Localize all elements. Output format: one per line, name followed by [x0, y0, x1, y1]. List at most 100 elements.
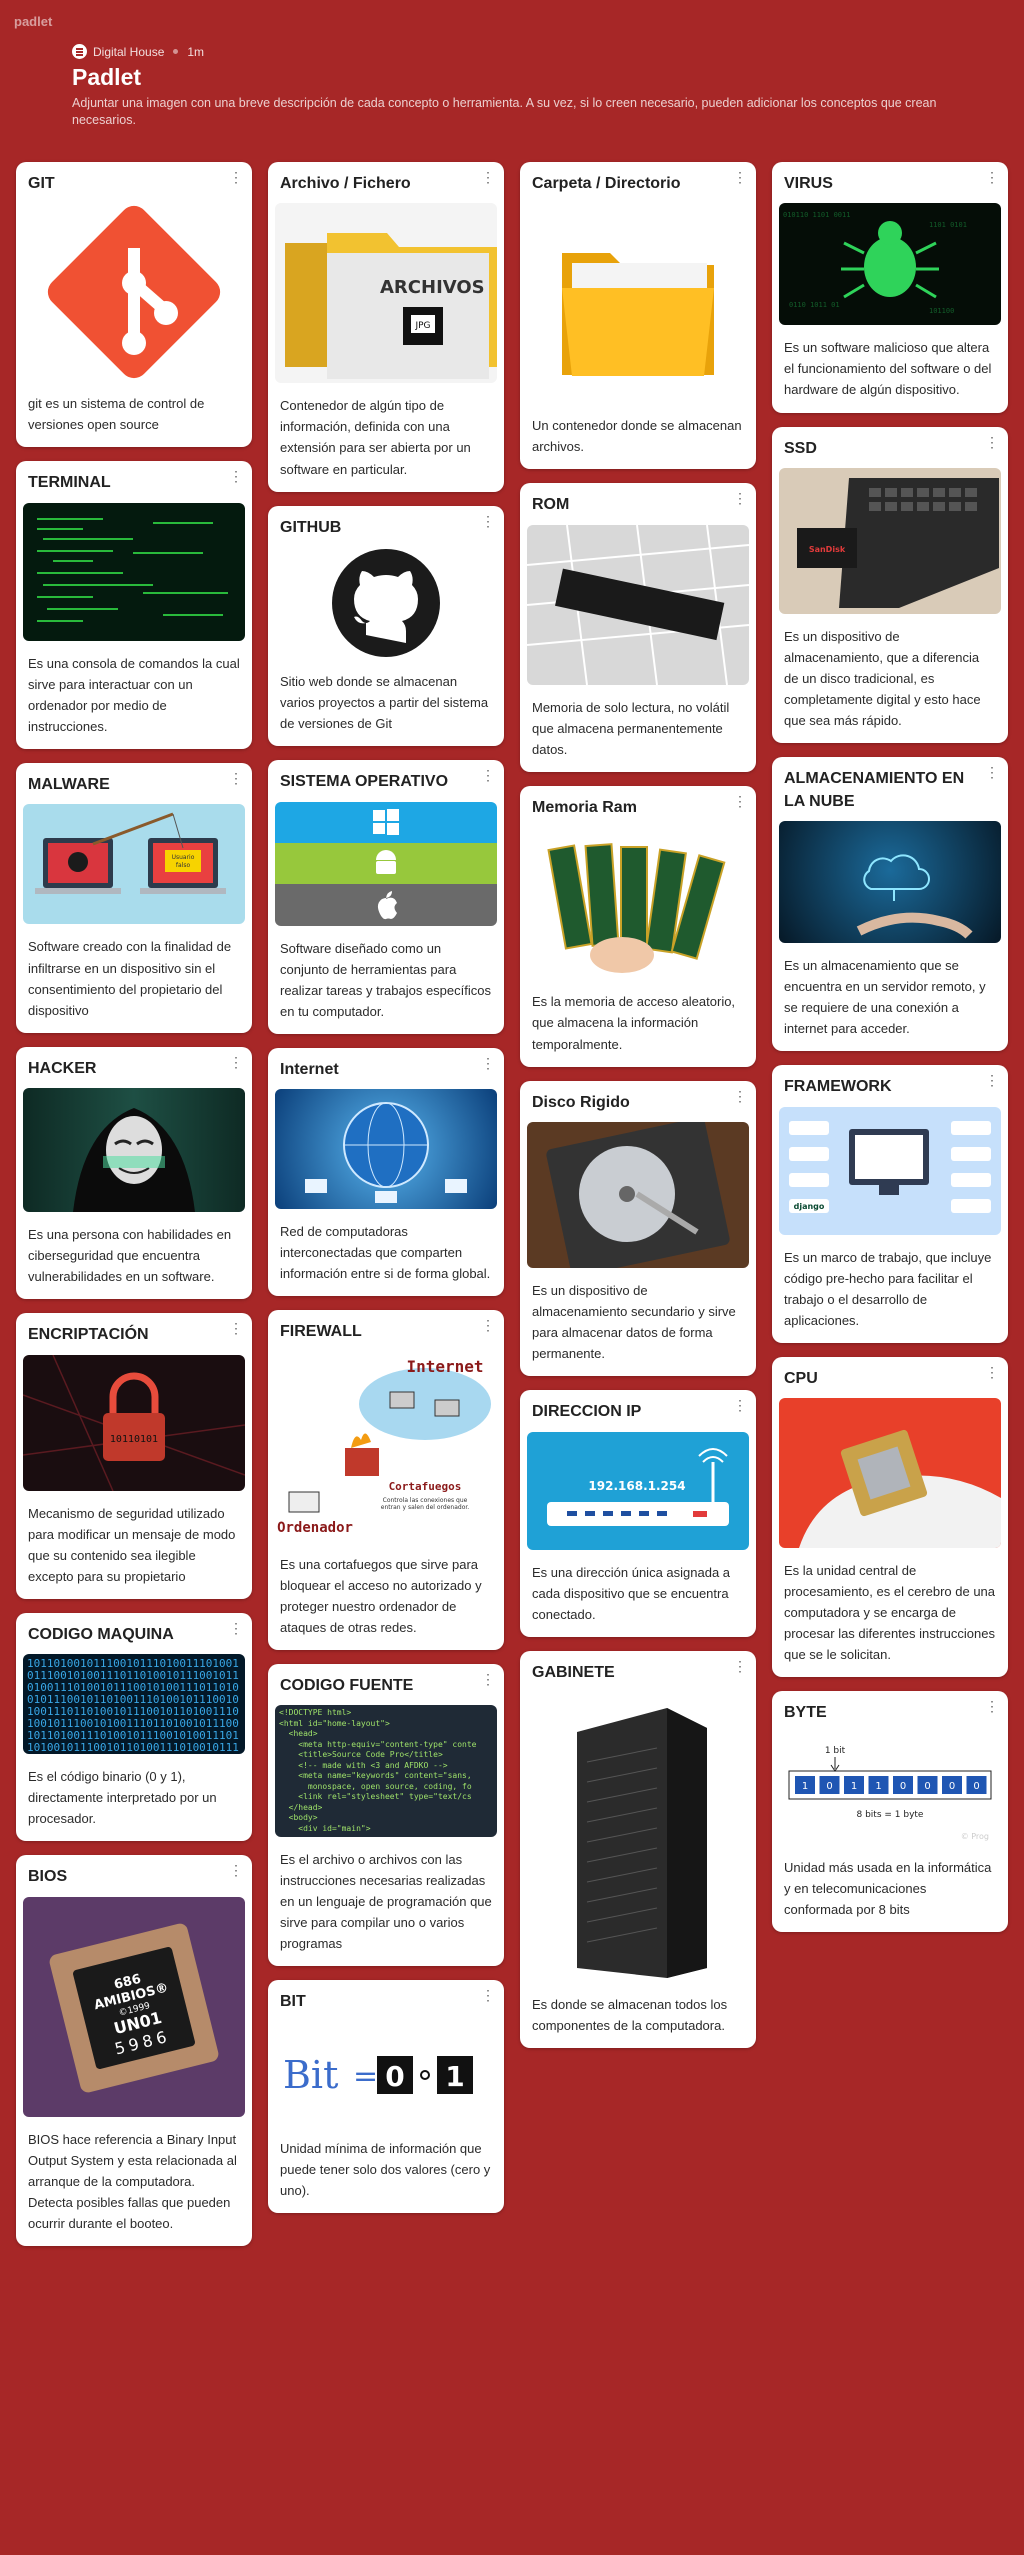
more-options-icon[interactable]: ⋮ [733, 491, 747, 505]
firewall-diagram-image: Internet Cortafuegos Controla las conexi… [275, 1351, 497, 1542]
svg-text:Usuario: Usuario [172, 854, 195, 861]
post-title: BYTE [784, 1704, 827, 1722]
post-card-framework[interactable]: FRAMEWORK ⋮ django Es un marco de trabaj… [772, 1065, 1008, 1343]
more-options-icon[interactable]: ⋮ [229, 170, 243, 184]
pc-case-image [527, 1692, 749, 1983]
post-card-rom[interactable]: ROM ⋮ Memoria de solo lectura, no voláti… [520, 483, 756, 773]
more-options-icon[interactable]: ⋮ [229, 1055, 243, 1069]
more-options-icon[interactable]: ⋮ [229, 469, 243, 483]
more-options-icon[interactable]: ⋮ [481, 1318, 495, 1332]
post-card-nube[interactable]: ALMACENAMIENTO EN LA NUBE ⋮ Es un almace… [772, 757, 1008, 1052]
post-text: Es un dispositivo de almacenamiento secu… [532, 1282, 736, 1362]
post-card-cpu[interactable]: CPU ⋮ Es la unidad central de procesamie… [772, 1356, 1008, 1678]
svg-text:0110 1011 01: 0110 1011 01 [789, 301, 840, 309]
post-text: Es un software malicioso que altera el f… [784, 340, 992, 398]
post-title: SSD [784, 439, 817, 457]
post-card-sistema-operativo[interactable]: SISTEMA OPERATIVO ⋮ Software diseñado co… [268, 760, 504, 1034]
hard-disk-image [527, 1121, 749, 1268]
more-options-icon[interactable]: ⋮ [229, 1863, 243, 1877]
post-title: GABINETE [532, 1663, 615, 1681]
encryption-lock-image: 10110101 [23, 1354, 245, 1491]
post-card-direccion-ip[interactable]: DIRECCION IP ⋮ 192.168.1.254 Es una dire… [520, 1390, 756, 1637]
more-options-icon[interactable]: ⋮ [481, 170, 495, 184]
rom-chip-image [527, 524, 749, 685]
svg-text:© Prog: © Prog [961, 1832, 989, 1841]
bit-value: 0 [973, 1781, 979, 1792]
bit-value: 1 [875, 1781, 881, 1792]
more-options-icon[interactable]: ⋮ [733, 1659, 747, 1673]
svg-text:entran y salen del ordenador.: entran y salen del ordenador. [381, 1504, 470, 1511]
post-card-hacker[interactable]: HACKER ⋮ Es una persona con habilidades … [16, 1046, 252, 1300]
post-card-internet[interactable]: Internet ⋮ Red de computadoras intercone… [268, 1047, 504, 1297]
more-options-icon[interactable]: ⋮ [985, 1699, 999, 1713]
post-text: Es un marco de trabajo, que incluye códi… [784, 1249, 992, 1328]
post-card-bit[interactable]: BIT ⋮ Bit = 0 1 Unidad mínima de informa… [268, 1980, 504, 2213]
post-card-firewall[interactable]: FIREWALL ⋮ Internet Cortafuegos Controla… [268, 1310, 504, 1650]
post-card-memoria-ram[interactable]: Memoria Ram ⋮ Es la memoria de acceso al… [520, 786, 756, 1067]
post-card-malware[interactable]: MALWARE ⋮ Usuario falso Software creado … [16, 763, 252, 1033]
padlet-logo[interactable]: padlet [14, 14, 52, 29]
post-card-ssd[interactable]: SSD ⋮ SanDisk Es un dispositivo de almac… [772, 426, 1008, 744]
more-options-icon[interactable]: ⋮ [985, 765, 999, 779]
post-card-codigo-maquina[interactable]: CODIGO MAQUINA ⋮ 10110100101110010111010… [16, 1612, 252, 1842]
code-line: <title>Source Code Pro</title> [279, 1750, 443, 1760]
post-card-terminal[interactable]: TERMINAL ⋮ Es una consola de comandos la… [16, 461, 252, 750]
post-title: Carpeta / Directorio [532, 175, 681, 192]
column-4: VIRUS ⋮ 010110 1101 0011 1101 0101 0110 10… [772, 162, 1008, 1946]
bit-value: 0 [924, 1781, 930, 1792]
post-title: Memoria Ram [532, 799, 637, 817]
separator-dot [173, 49, 179, 54]
cpu-image [779, 1398, 1001, 1549]
post-card-gabinete[interactable]: GABINETE ⋮ Es donde se almacenan todos l… [520, 1650, 756, 2049]
post-card-codigo-fuente[interactable]: CODIGO FUENTE ⋮ <!DOCTYPE html> <html id=… [268, 1663, 504, 1967]
column-1: GIT ⋮ git es un sistema de control de ve… [16, 162, 252, 2260]
more-options-icon[interactable]: ⋮ [481, 768, 495, 782]
more-options-icon[interactable]: ⋮ [481, 1988, 495, 2002]
post-card-bios[interactable]: BIOS ⋮ 686 AMIBIOS® ©1999 UN01 5986 BIOS… [16, 1855, 252, 2246]
post-text: Unidad mínima de información que puede t… [280, 2140, 491, 2198]
post-text: Es una persona con habilidades en cibers… [28, 1227, 232, 1285]
post-card-archivo[interactable]: Archivo / Fichero ⋮ ARCHIVOS JPG Contene… [268, 162, 504, 492]
post-card-virus[interactable]: VIRUS ⋮ 010110 1101 0011 1101 0101 0110 10… [772, 162, 1008, 413]
svg-text:SanDisk: SanDisk [809, 545, 846, 554]
more-options-icon[interactable]: ⋮ [229, 1321, 243, 1335]
bios-chip-image: 686 AMIBIOS® ©1999 UN01 5986 [23, 1896, 245, 2117]
author-avatar-icon[interactable] [72, 44, 87, 59]
post-card-byte[interactable]: BYTE ⋮ 1 bit 1 0 1 1 0 0 0 0 8 bits = 1 byte © … [772, 1691, 1008, 1932]
post-text: Software diseñado como un conjunto de he… [280, 940, 491, 1019]
post-card-encriptacion[interactable]: ENCRIPTACIÓN ⋮ 10110101 Mecanismo de seg… [16, 1313, 252, 1599]
svg-text:8 bits = 1 byte: 8 bits = 1 byte [857, 1810, 924, 1820]
post-text: Unidad más usada en la informática y en … [784, 1859, 992, 1917]
more-options-icon[interactable]: ⋮ [229, 1621, 243, 1635]
internet-globe-image [275, 1089, 497, 1210]
more-options-icon[interactable]: ⋮ [733, 794, 747, 808]
svg-text:101100: 101100 [929, 307, 954, 315]
android-icon [275, 842, 497, 884]
terminal-image [23, 502, 245, 641]
more-options-icon[interactable]: ⋮ [481, 1672, 495, 1686]
more-options-icon[interactable]: ⋮ [481, 1056, 495, 1070]
more-options-icon[interactable]: ⋮ [229, 771, 243, 785]
more-options-icon[interactable]: ⋮ [481, 514, 495, 528]
more-options-icon[interactable]: ⋮ [985, 1073, 999, 1087]
post-card-disco-rigido[interactable]: Disco Rigido ⋮ Es un dispositivo de alma… [520, 1080, 756, 1377]
code-line: <body> [279, 1813, 318, 1823]
framework-logos-image: django [779, 1106, 1001, 1235]
more-options-icon[interactable]: ⋮ [733, 1398, 747, 1412]
post-text: Un contenedor donde se almacenan archivo… [532, 418, 742, 455]
post-text: Es el código binario (0 y 1), directamen… [28, 1769, 217, 1827]
author-name[interactable]: Digital House [93, 45, 164, 59]
post-title: CODIGO MAQUINA [28, 1625, 174, 1643]
more-options-icon[interactable]: ⋮ [733, 170, 747, 184]
column-2: Archivo / Fichero ⋮ ARCHIVOS JPG Contene… [268, 162, 504, 2227]
post-card-carpeta[interactable]: Carpeta / Directorio ⋮ Un contenedor don… [520, 162, 756, 470]
more-options-icon[interactable]: ⋮ [733, 1089, 747, 1103]
post-text: Contenedor de algún tipo de información,… [280, 398, 471, 477]
more-options-icon[interactable]: ⋮ [985, 1365, 999, 1379]
post-card-github[interactable]: GITHUB ⋮ Sitio web donde se almacenan va… [268, 505, 504, 747]
code-line: <div id="main"> [279, 1823, 371, 1833]
more-options-icon[interactable]: ⋮ [985, 435, 999, 449]
post-card-git[interactable]: GIT ⋮ git es un sistema de control de ve… [16, 162, 252, 448]
post-title: TERMINAL [28, 474, 111, 492]
more-options-icon[interactable]: ⋮ [985, 170, 999, 184]
